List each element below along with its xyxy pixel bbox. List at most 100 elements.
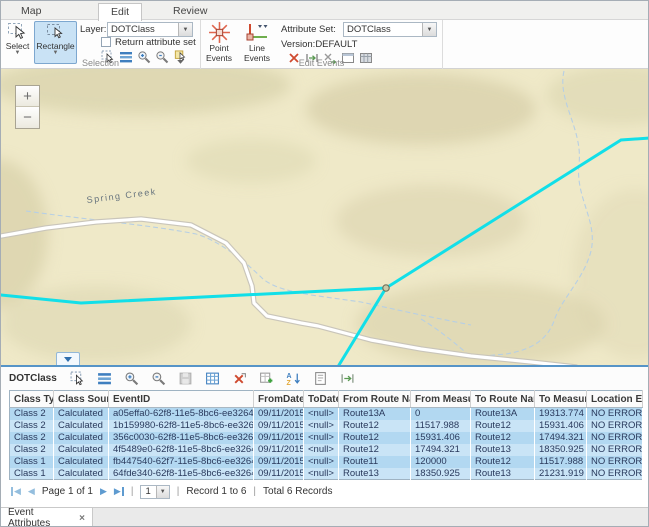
cell[interactable]: <null>	[304, 420, 339, 432]
cell[interactable]: Calculated	[54, 420, 109, 432]
cell[interactable]: 09/11/2015	[254, 456, 304, 468]
zoom-to-all-icon[interactable]	[151, 371, 167, 387]
cell[interactable]: 09/11/2015	[254, 468, 304, 480]
cell[interactable]: <null>	[304, 456, 339, 468]
col-header[interactable]: To Route Name	[471, 391, 535, 408]
col-header[interactable]: From Route Name	[339, 391, 411, 408]
cell[interactable]: Route12	[471, 420, 535, 432]
cell[interactable]: Calculated	[54, 432, 109, 444]
measure-range-icon[interactable]	[340, 371, 356, 387]
collapse-panel-button[interactable]	[56, 352, 80, 365]
cell[interactable]: Class 2	[10, 444, 54, 456]
sort-icon[interactable]: AZ	[286, 371, 302, 387]
cell[interactable]: Route13	[339, 468, 411, 480]
cell[interactable]: NO ERROR	[587, 432, 643, 444]
layer-select-arrow-icon[interactable]: ▼	[178, 23, 192, 36]
table-row[interactable]: Class 1Calculatedfb447540-62f7-11e5-8bc6…	[10, 456, 643, 468]
first-page-button[interactable]: ◀	[11, 487, 21, 496]
cell[interactable]: Class 1	[10, 456, 54, 468]
cell[interactable]: NO ERROR	[587, 456, 643, 468]
table-row[interactable]: Class 1Calculated64fde340-62f8-11e5-8bc6…	[10, 468, 643, 480]
col-header[interactable]: FromDate	[254, 391, 304, 408]
show-all-rows-icon[interactable]	[97, 371, 113, 387]
cell[interactable]: 1b159980-62f8-11e5-8bc6-ee32641d5ec9	[109, 420, 254, 432]
cell[interactable]: NO ERROR	[587, 444, 643, 456]
cell[interactable]: <null>	[304, 408, 339, 420]
cell[interactable]: 19313.774	[535, 408, 587, 420]
cell[interactable]: 0	[411, 408, 471, 420]
select-events-icon[interactable]	[70, 371, 86, 387]
cell[interactable]: Calculated	[54, 408, 109, 420]
return-attribute-set-checkbox[interactable]	[101, 37, 111, 47]
cell[interactable]: NO ERROR	[587, 408, 643, 420]
col-header[interactable]: To Measure	[535, 391, 587, 408]
save-icon[interactable]	[178, 371, 194, 387]
page-select[interactable]: 1 ▼	[140, 485, 169, 499]
cell[interactable]: 11517.988	[411, 420, 471, 432]
cell[interactable]: Route12	[471, 432, 535, 444]
attribute-set-arrow-icon[interactable]: ▼	[422, 23, 436, 36]
col-header[interactable]: From Measure	[411, 391, 471, 408]
previous-page-button[interactable]: ◀	[28, 487, 35, 496]
cell[interactable]: NO ERROR	[587, 420, 643, 432]
cell[interactable]: NO ERROR	[587, 468, 643, 480]
cell[interactable]: Calculated	[54, 456, 109, 468]
cell[interactable]: <null>	[304, 432, 339, 444]
cell[interactable]: 64fde340-62f8-11e5-8bc6-ee32641d5ec9	[109, 468, 254, 480]
zoom-out-button[interactable]: −	[16, 107, 39, 128]
cell[interactable]: Class 2	[10, 408, 54, 420]
cell[interactable]: Class 2	[10, 432, 54, 444]
tab-map[interactable]: Map	[9, 3, 53, 21]
attribute-grid-icon[interactable]	[205, 371, 221, 387]
layer-select[interactable]: DOTClass ▼	[107, 22, 193, 37]
cell[interactable]: Route13A	[471, 408, 535, 420]
cell[interactable]: 17494.321	[535, 432, 587, 444]
attribute-set-select[interactable]: DOTClass ▼	[343, 22, 437, 37]
cell[interactable]: 09/11/2015	[254, 432, 304, 444]
open-form-icon[interactable]	[313, 371, 329, 387]
cell[interactable]: Route13	[471, 444, 535, 456]
cell[interactable]: 18350.925	[535, 444, 587, 456]
last-page-button[interactable]: ▶	[114, 487, 124, 496]
delete-event-icon[interactable]	[232, 371, 248, 387]
cell[interactable]: a05effa0-62f8-11e5-8bc6-ee32641d5ec9	[109, 408, 254, 420]
cell[interactable]: 356c0030-62f8-11e5-8bc6-ee32641d5ec9	[109, 432, 254, 444]
col-header[interactable]: ToDate	[304, 391, 339, 408]
tab-review[interactable]: Review	[161, 3, 219, 21]
cell[interactable]: Route12	[339, 432, 411, 444]
cell[interactable]: 17494.321	[411, 444, 471, 456]
cell[interactable]: Route12	[339, 420, 411, 432]
cell[interactable]: Calculated	[54, 444, 109, 456]
cell[interactable]: fb447540-62f7-11e5-8bc6-ee32641d5ec9	[109, 456, 254, 468]
tab-event-attributes[interactable]: Event Attributes ×	[1, 508, 93, 527]
cell[interactable]: Calculated	[54, 468, 109, 480]
cell[interactable]: 120000	[411, 456, 471, 468]
zoom-in-button[interactable]: +	[16, 86, 39, 107]
close-tab-icon[interactable]: ×	[79, 513, 85, 524]
page-select-arrow-icon[interactable]: ▼	[156, 486, 169, 498]
cell[interactable]: 09/11/2015	[254, 420, 304, 432]
cell[interactable]: Route13A	[339, 408, 411, 420]
zoom-to-selected-icon[interactable]	[124, 371, 140, 387]
table-row[interactable]: Class 2Calculateda05effa0-62f8-11e5-8bc6…	[10, 408, 643, 420]
cell[interactable]: 18350.925	[411, 468, 471, 480]
table-row[interactable]: Class 2Calculated1b159980-62f8-11e5-8bc6…	[10, 420, 643, 432]
cell[interactable]: 21231.919	[535, 468, 587, 480]
cell[interactable]: <null>	[304, 444, 339, 456]
route-junction-vertex[interactable]	[383, 285, 389, 291]
col-header[interactable]: Class Source	[54, 391, 109, 408]
cell[interactable]: 09/11/2015	[254, 444, 304, 456]
cell[interactable]: Route12	[471, 456, 535, 468]
cell[interactable]: 11517.988	[535, 456, 587, 468]
col-header[interactable]: Location Error	[587, 391, 643, 408]
cell[interactable]: 15931.406	[535, 420, 587, 432]
next-page-button[interactable]: ▶	[100, 487, 107, 496]
cell[interactable]: Route13	[471, 468, 535, 480]
tab-edit[interactable]: Edit	[98, 3, 142, 21]
cell[interactable]: Route12	[339, 444, 411, 456]
cell[interactable]: 4f5489e0-62f8-11e5-8bc6-ee32641d5ec9	[109, 444, 254, 456]
col-header[interactable]: EventID	[109, 391, 254, 408]
add-record-icon[interactable]	[259, 371, 275, 387]
map-canvas[interactable]: Spring Creek + −	[1, 69, 649, 365]
table-row[interactable]: Class 2Calculated4f5489e0-62f8-11e5-8bc6…	[10, 444, 643, 456]
